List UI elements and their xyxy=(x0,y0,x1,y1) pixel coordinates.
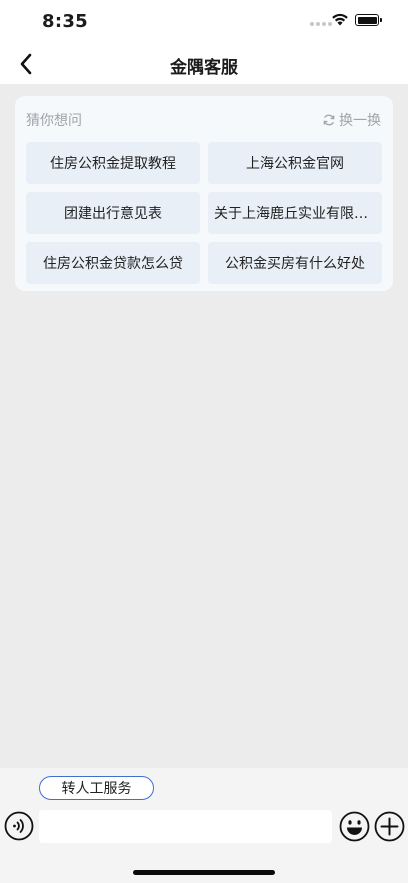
suggestion-item[interactable]: 上海公积金官网 xyxy=(208,142,382,184)
emoji-icon[interactable] xyxy=(339,811,370,842)
voice-icon[interactable] xyxy=(4,811,34,841)
suggestion-item[interactable]: 公积金买房有什么好处 xyxy=(208,242,382,284)
human-service-button[interactable]: 转人工服务 xyxy=(39,776,154,800)
suggestion-item[interactable]: 住房公积金贷款怎么贷 xyxy=(26,242,200,284)
suggestion-item[interactable]: 关于上海鹿丘实业有限公司 xyxy=(208,192,382,234)
suggestions-header: 猜你想问 xyxy=(26,113,82,129)
refresh-label: 换一换 xyxy=(339,113,381,129)
message-input[interactable] xyxy=(39,810,332,843)
home-indicator xyxy=(133,870,275,875)
suggestion-item[interactable]: 住房公积金提取教程 xyxy=(26,142,200,184)
battery-icon xyxy=(355,14,382,26)
status-bar: 8:35 xyxy=(0,0,408,44)
cellular-signal-icon xyxy=(310,22,332,26)
status-time: 8:35 xyxy=(42,11,88,32)
refresh-button[interactable]: 换一换 xyxy=(322,110,381,130)
plus-icon[interactable] xyxy=(374,811,405,842)
refresh-icon xyxy=(323,114,335,126)
suggestion-grid: 住房公积金提取教程 上海公积金官网 团建出行意见表 关于上海鹿丘实业有限公司 住… xyxy=(26,142,382,284)
wifi-icon xyxy=(332,13,348,26)
suggestions-card: 猜你想问 换一换 住房公积金提取教程 上海公积金官网 团建出行意见表 关于上海鹿… xyxy=(15,96,393,291)
suggestion-item[interactable]: 团建出行意见表 xyxy=(26,192,200,234)
page-title: 金隅客服 xyxy=(170,58,238,78)
chat-input-bar: 转人工服务 xyxy=(0,768,408,883)
nav-bar: 金隅客服 xyxy=(0,44,408,84)
